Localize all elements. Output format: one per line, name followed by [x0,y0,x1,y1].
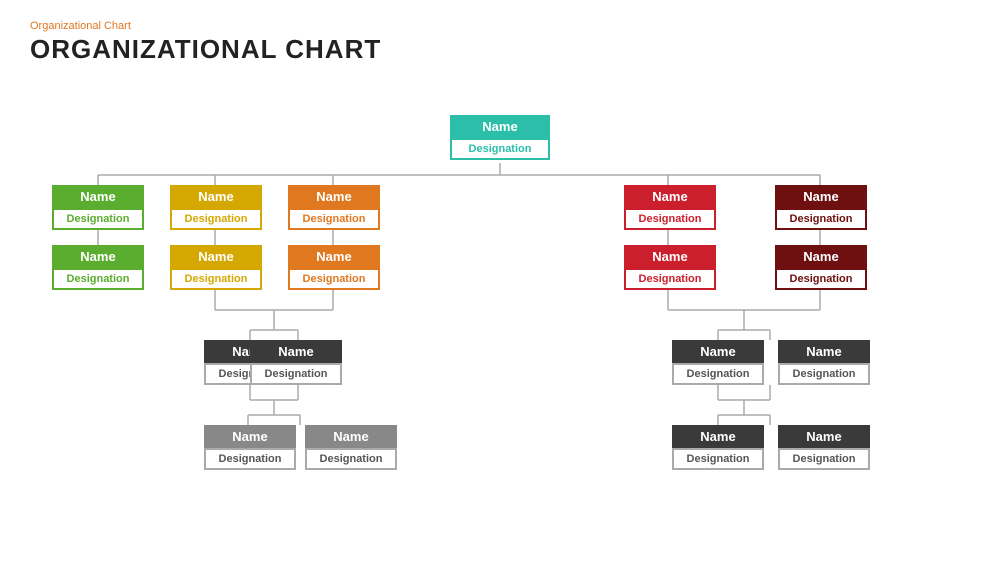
node-l2-2-name: Name [288,245,380,268]
node-l3-left-1-name: Name [250,340,342,363]
node-l3-right-1: Name Designation [778,340,870,385]
node-l2-4-designation: Designation [775,268,867,290]
node-l2-1-name: Name [170,245,262,268]
node-l4-right-0-designation: Designation [672,448,764,470]
node-l1-0: Name Designation [52,185,144,230]
node-l2-0-name: Name [52,245,144,268]
node-l2-4-name: Name [775,245,867,268]
node-top: Name Designation [450,115,550,160]
node-l2-3-designation: Designation [624,268,716,290]
node-l3-right-0-name: Name [672,340,764,363]
node-l4-right-1: Name Designation [778,425,870,470]
node-l1-1-designation: Designation [170,208,262,230]
node-l4-right-1-designation: Designation [778,448,870,470]
node-l3-left-1-designation: Designation [250,363,342,385]
node-l4-right-1-name: Name [778,425,870,448]
node-l2-1: Name Designation [170,245,262,290]
node-l1-4-name: Name [775,185,867,208]
node-l2-2-designation: Designation [288,268,380,290]
node-l1-1-name: Name [170,185,262,208]
node-l1-1: Name Designation [170,185,262,230]
page: Organizational Chart ORGANIZATIONAL CHAR… [0,0,1000,563]
org-chart: Name Designation Name Designation Name D… [30,75,970,535]
node-top-name: Name [450,115,550,138]
node-l2-0: Name Designation [52,245,144,290]
node-l3-right-1-designation: Designation [778,363,870,385]
node-l1-2: Name Designation [288,185,380,230]
node-top-designation: Designation [450,138,550,160]
node-l2-3: Name Designation [624,245,716,290]
node-l2-4: Name Designation [775,245,867,290]
node-l4-right-0: Name Designation [672,425,764,470]
node-l4-left-1: Name Designation [305,425,397,470]
node-l3-right-0: Name Designation [672,340,764,385]
node-l1-3: Name Designation [624,185,716,230]
node-l4-left-1-designation: Designation [305,448,397,470]
node-l1-0-name: Name [52,185,144,208]
node-l1-0-designation: Designation [52,208,144,230]
node-l1-4: Name Designation [775,185,867,230]
node-l4-left-0: Name Designation [204,425,296,470]
node-l4-left-0-name: Name [204,425,296,448]
node-l3-right-0-designation: Designation [672,363,764,385]
subtitle: Organizational Chart [30,20,970,32]
node-l2-0-designation: Designation [52,268,144,290]
node-l4-left-1-name: Name [305,425,397,448]
node-l2-1-designation: Designation [170,268,262,290]
node-l2-3-name: Name [624,245,716,268]
node-l3-left-1: Name Designation [250,340,342,385]
node-l3-right-1-name: Name [778,340,870,363]
page-title: ORGANIZATIONAL CHART [30,34,970,65]
node-l4-right-0-name: Name [672,425,764,448]
node-l1-3-name: Name [624,185,716,208]
node-l4-left-0-designation: Designation [204,448,296,470]
node-l1-2-name: Name [288,185,380,208]
node-l1-3-designation: Designation [624,208,716,230]
node-l1-2-designation: Designation [288,208,380,230]
node-l1-4-designation: Designation [775,208,867,230]
node-l2-2: Name Designation [288,245,380,290]
